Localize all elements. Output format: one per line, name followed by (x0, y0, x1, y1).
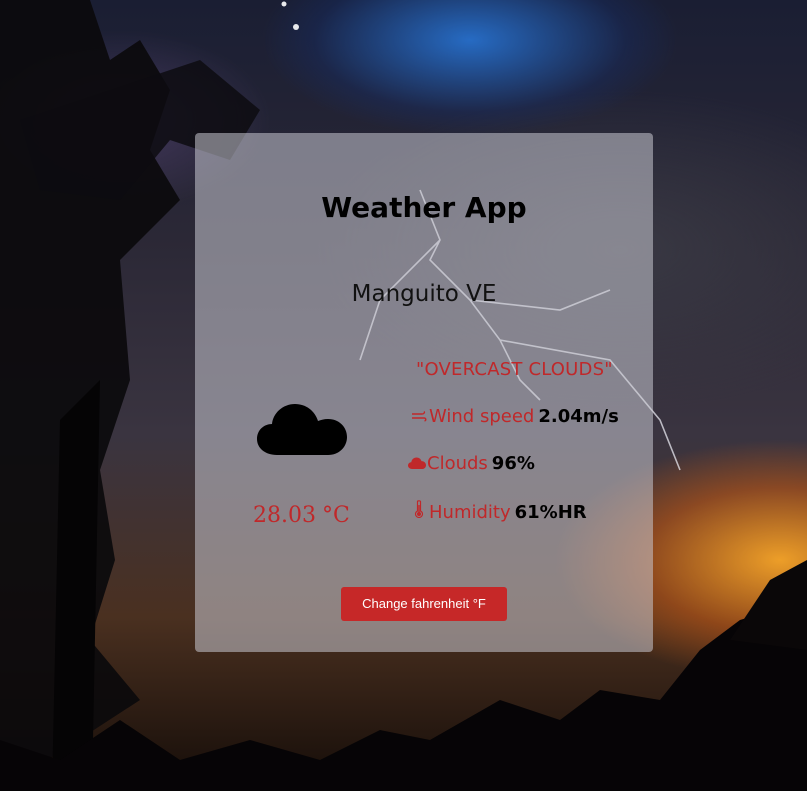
location-name: Manguito VE (351, 281, 497, 307)
humidity-label: Humidity (429, 502, 511, 523)
temperature: 28.03 °C (253, 503, 350, 528)
wind-speed-label: Wind speed (429, 406, 535, 427)
wind-speed-value: 2.04m/s (538, 406, 619, 427)
app-title: Weather App (321, 191, 527, 224)
clouds-row: Clouds 96% (407, 453, 535, 474)
wind-icon (409, 408, 429, 426)
cloud-small-icon (407, 455, 427, 473)
temperature-value: 28.03 (253, 503, 316, 528)
humidity-value: 61%HR (514, 502, 587, 523)
clouds-label: Clouds (427, 453, 488, 474)
weather-description: "OVERCAST CLOUDS" (416, 359, 613, 380)
change-unit-button[interactable]: Change fahrenheit °F (341, 587, 507, 621)
weather-card: Weather App Manguito VE 28.03 °C "OVERCAS… (195, 133, 653, 652)
thermometer-icon (409, 500, 429, 522)
cloud-icon (257, 404, 347, 455)
wind-speed-row: Wind speed 2.04m/s (409, 406, 619, 427)
humidity-row: Humidity 61%HR (409, 500, 587, 523)
clouds-value: 96% (491, 453, 535, 474)
temperature-unit: °C (321, 503, 350, 528)
